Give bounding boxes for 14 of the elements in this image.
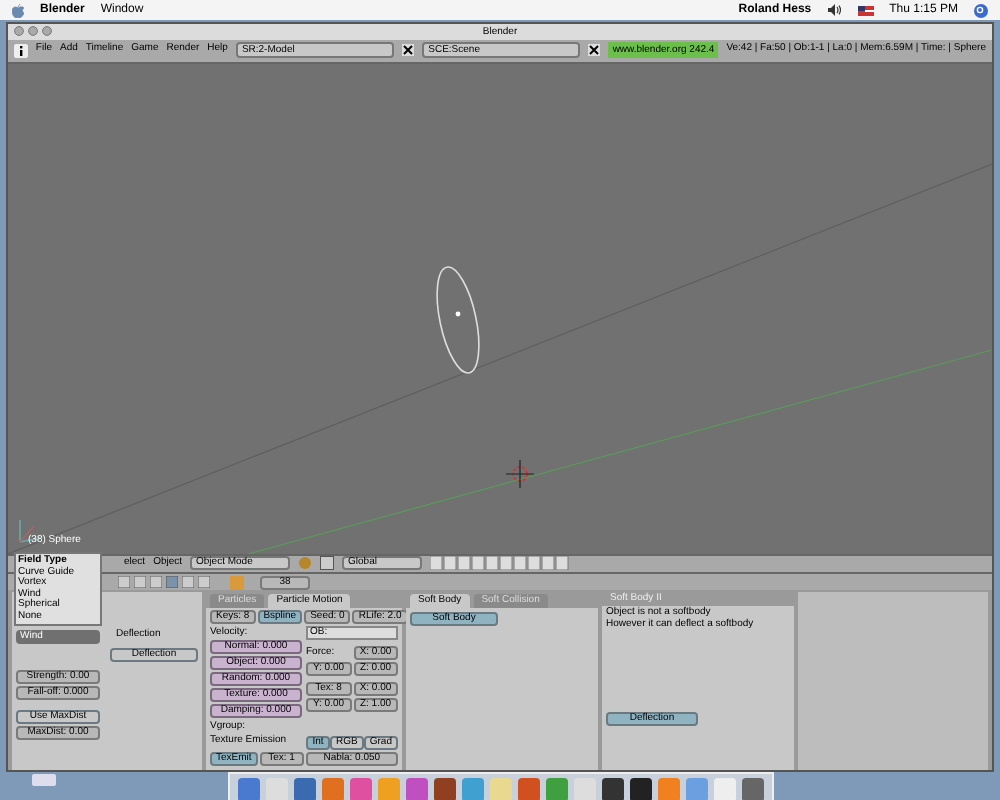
3d-cursor-icon: [506, 459, 534, 488]
axis-icon: [14, 515, 42, 544]
info-icon[interactable]: [14, 43, 28, 58]
search-icon[interactable]: [974, 3, 988, 17]
close-icon[interactable]: [402, 44, 415, 57]
dock-app-icon[interactable]: [433, 777, 455, 800]
desktop-drive-icon[interactable]: [32, 772, 56, 788]
layer-buttons-icon[interactable]: [430, 556, 571, 571]
dock-app-icon[interactable]: [601, 777, 623, 800]
flag-icon[interactable]: [857, 5, 874, 15]
dock-app-icon[interactable]: [629, 777, 651, 800]
volume-icon[interactable]: [827, 4, 842, 16]
apple-logo-icon[interactable]: [12, 3, 24, 17]
close-icon[interactable]: [588, 44, 601, 57]
